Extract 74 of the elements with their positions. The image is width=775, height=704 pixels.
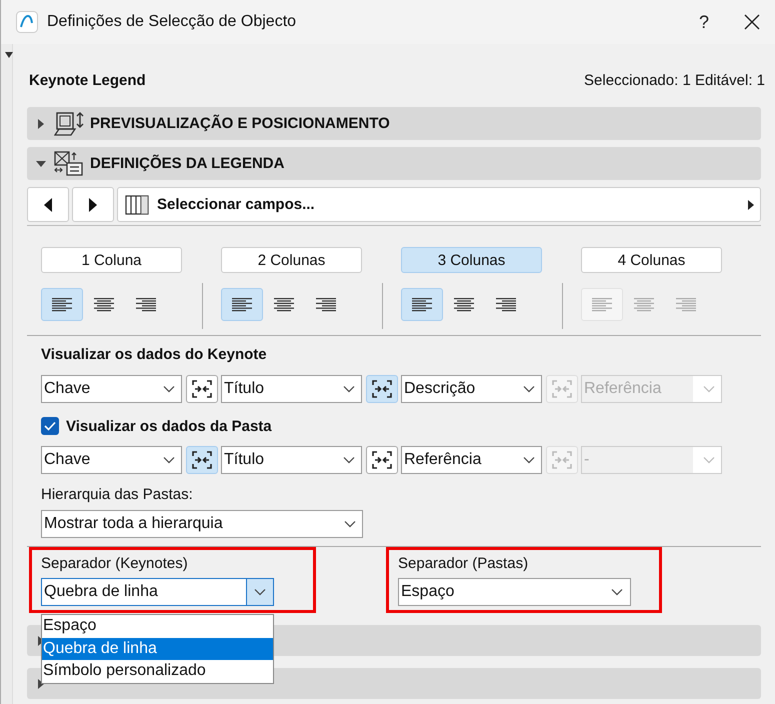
dropdown-field[interactable]: Referência [401, 446, 542, 474]
column-count-button[interactable]: 2 Colunas [221, 247, 362, 273]
expand-arrow-icon [36, 118, 46, 128]
link-toggle-button[interactable] [186, 446, 218, 474]
section-label: Visualizar os dados do Keynote [41, 346, 268, 363]
align-left-icon [412, 298, 432, 312]
close-icon [744, 14, 760, 30]
align-center-icon [454, 298, 474, 312]
dropdown-field[interactable]: Quebra de linha [41, 578, 274, 606]
chevron-icon [523, 385, 535, 393]
window-title: Definições de Selecção de Objecto [47, 13, 298, 31]
collapse-arrow-icon [36, 158, 46, 168]
field-label: Hierarquia das Pastas: [41, 486, 194, 503]
chevron-icon [703, 385, 715, 393]
column-count-button[interactable]: 1 Coluna [41, 247, 182, 273]
checkbox-label: Visualizar os dados da Pasta [66, 418, 272, 434]
columns-icon [125, 194, 149, 214]
left-arrow-icon [43, 198, 53, 212]
dropdown-field[interactable]: Chave [41, 446, 182, 474]
chevron-icon [703, 456, 715, 464]
align-right-icon [496, 298, 516, 312]
legend-settings-icon [54, 150, 84, 176]
help-button[interactable]: ? [681, 0, 727, 44]
chevron-icon [343, 385, 355, 393]
dropdown-field[interactable]: Título [221, 446, 362, 474]
chevron-icon [163, 456, 175, 464]
align-left-button[interactable] [401, 288, 443, 321]
align-left-icon [52, 298, 72, 312]
dropdown-field[interactable]: Título [221, 375, 362, 403]
align-right-icon [136, 298, 156, 312]
checkmark-icon [44, 421, 56, 431]
chevron-icon [343, 456, 355, 464]
chevron-icon [611, 588, 623, 596]
dropdown-field[interactable]: Descrição [401, 375, 542, 403]
align-right-icon [316, 298, 336, 312]
link-toggle-button[interactable] [186, 375, 218, 403]
link-toggle-button[interactable] [366, 446, 398, 474]
align-center-icon [274, 298, 294, 312]
preview-position-icon [54, 110, 84, 136]
chevron-icon [163, 385, 175, 393]
column-count-button[interactable]: 3 Colunas [401, 247, 542, 273]
next-button[interactable] [72, 187, 114, 222]
section-header[interactable]: DEFINIÇÕES DA LEGENDA [27, 147, 761, 180]
previous-button[interactable] [27, 187, 69, 222]
align-left-button[interactable] [221, 288, 263, 321]
align-center-icon [634, 298, 654, 312]
section-header[interactable]: PREVISUALIZAÇÃO E POSICIONAMENTO [27, 107, 761, 140]
right-arrow-icon [88, 198, 98, 212]
dropdown-field[interactable]: Espaço [398, 578, 631, 606]
dropdown-option[interactable]: Quebra de linha [42, 638, 273, 660]
chevron-icon [344, 520, 356, 528]
align-left-icon [232, 298, 252, 312]
checkbox[interactable] [41, 417, 59, 435]
dropdown-option[interactable]: Símbolo personalizado [42, 660, 273, 682]
align-right-icon [676, 298, 696, 312]
chevron-icon [523, 456, 535, 464]
dropdown-field[interactable]: Chave [41, 375, 182, 403]
expand-arrow-icon [36, 678, 46, 688]
select-fields-button[interactable]: Seleccionar campos... [117, 187, 761, 222]
field-label: Separador (Keynotes) [41, 555, 189, 572]
dropdown-field[interactable]: Mostrar toda a hierarquia [41, 510, 363, 538]
selection-status: Seleccionado: 1 Editável: 1 [584, 72, 765, 88]
dropdown-option[interactable]: Espaço [42, 615, 273, 638]
app-icon [16, 11, 38, 33]
column-count-button[interactable]: 4 Colunas [581, 247, 722, 273]
collapse-marker-icon [5, 52, 13, 58]
right-arrow-icon [748, 200, 754, 210]
link-toggle-button[interactable] [366, 375, 398, 403]
field-label: Separador (Pastas) [398, 555, 530, 572]
align-center-icon [94, 298, 114, 312]
align-left-button[interactable] [41, 288, 83, 321]
align-left-icon [592, 298, 612, 312]
object-name: Keynote Legend [29, 72, 146, 88]
chevron-icon [254, 588, 266, 596]
